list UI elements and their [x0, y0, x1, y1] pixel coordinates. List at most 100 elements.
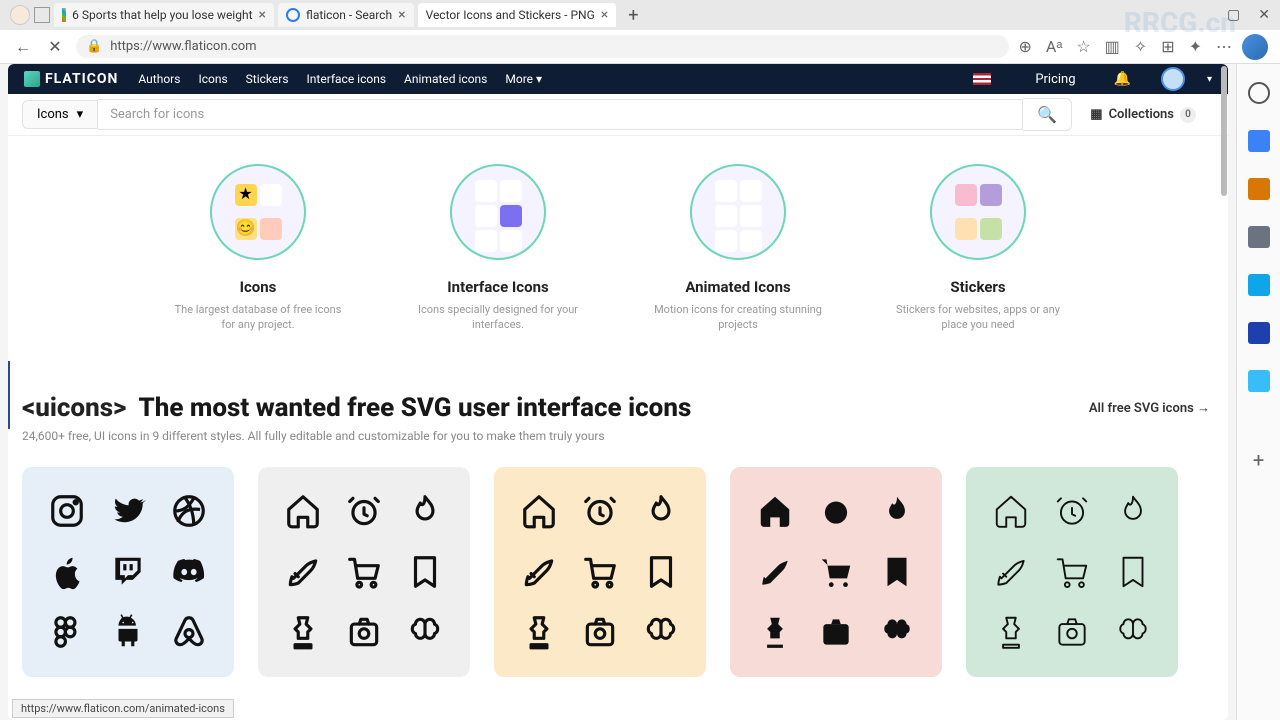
home-icon	[282, 490, 324, 532]
search-favicon-icon	[286, 8, 300, 22]
cart-icon	[343, 551, 385, 593]
category-row: ★😊 Icons The largest database of free ic…	[8, 136, 1228, 373]
uicons-tag: <uicons>	[22, 393, 126, 423]
icon-style-card[interactable]	[966, 467, 1178, 677]
icon-style-card[interactable]	[258, 467, 470, 677]
category-icons[interactable]: ★😊 Icons The largest database of free ic…	[168, 164, 348, 333]
sidebar-outlook-icon[interactable]	[1248, 322, 1270, 344]
nav-link-more[interactable]: More ▾	[505, 72, 542, 86]
icon-style-card[interactable]	[494, 467, 706, 677]
category-title: Animated Icons	[685, 278, 790, 296]
nav-pricing[interactable]: Pricing	[1035, 72, 1075, 87]
browser-tab[interactable]: 6 Sports that help you lose weight ×	[54, 3, 274, 27]
category-desc: The largest database of free icons for a…	[168, 302, 348, 333]
icon-card-row	[22, 467, 1210, 687]
tab-favicon-icon	[62, 8, 66, 22]
category-desc: Icons specially designed for your interf…	[408, 302, 588, 333]
search-type-dropdown[interactable]: Icons ▾	[22, 100, 98, 129]
notifications-icon[interactable]: 🔔	[1114, 71, 1131, 87]
page-content: FLATICON Authors Icons Stickers Interfac…	[8, 64, 1228, 720]
avatar-chevron-icon[interactable]: ▾	[1207, 74, 1212, 85]
bookmark-icon	[876, 551, 918, 593]
nav-link-animated[interactable]: Animated icons	[404, 72, 487, 86]
url-text: https://www.flaticon.com	[110, 39, 256, 54]
bookmark-icon	[404, 551, 446, 593]
collections-button[interactable]: ▦ Collections 0	[1090, 107, 1196, 123]
sidebar-games-icon[interactable]	[1248, 226, 1270, 248]
zoom-icon[interactable]: ⊕	[1019, 37, 1032, 57]
more-icon[interactable]: ⋯	[1216, 37, 1232, 57]
favorites-bar-icon[interactable]: ✧	[1134, 37, 1147, 57]
uicons-title: The most wanted free SVG user interface …	[138, 393, 691, 423]
nav-link-icons[interactable]: Icons	[198, 72, 227, 86]
extensions-icon[interactable]: ⊞	[1161, 37, 1174, 57]
icon-style-card[interactable]	[730, 467, 942, 677]
favorite-icon[interactable]: ☆	[1076, 37, 1090, 57]
icon-style-card[interactable]	[22, 467, 234, 677]
all-svg-link[interactable]: All free SVG icons →	[1089, 400, 1210, 416]
browser-tab-active[interactable]: Vector Icons and Stickers - PNG ×	[418, 3, 617, 27]
collections-count: 0	[1180, 107, 1196, 123]
rocket-icon	[282, 551, 324, 593]
sidebar-search-icon[interactable]	[1248, 82, 1270, 104]
flame-icon	[640, 490, 682, 532]
tab-close-icon[interactable]: ×	[398, 7, 405, 23]
browser-tab-strip: 6 Sports that help you lose weight × fla…	[0, 0, 1280, 30]
category-animated-icons[interactable]: Animated Icons Motion icons for creating…	[648, 164, 828, 333]
sidebar-send-icon[interactable]	[1248, 370, 1270, 392]
site-navbar: FLATICON Authors Icons Stickers Interfac…	[8, 64, 1228, 94]
apple-icon	[46, 551, 88, 593]
brain-icon	[876, 611, 918, 653]
bookmark-icon	[640, 551, 682, 593]
flame-icon	[876, 490, 918, 532]
tab-close-icon[interactable]: ×	[259, 7, 266, 23]
tab-actions-icon[interactable]	[34, 7, 50, 23]
user-avatar[interactable]	[1161, 67, 1185, 91]
section-accent-bar	[8, 361, 10, 429]
collections-label: Collections	[1109, 107, 1174, 122]
sidebar-shopping-icon[interactable]	[1248, 130, 1270, 152]
chevron-down-icon: ▾	[77, 107, 84, 122]
window-restore-icon[interactable]: ▢	[1227, 7, 1240, 23]
address-bar: ← ✕ 🔒 https://www.flaticon.com ⊕ Aᵃ ☆ ▥ …	[0, 30, 1280, 64]
back-button[interactable]: ←	[12, 36, 34, 58]
nav-link-authors[interactable]: Authors	[138, 72, 180, 86]
cart-icon	[815, 551, 857, 593]
new-tab-button[interactable]: +	[620, 3, 646, 28]
window-close-icon[interactable]: ✕	[1258, 7, 1270, 23]
lock-icon: 🔒	[86, 39, 102, 54]
search-bar: Icons ▾ Search for icons 🔍 ▦ Collections…	[8, 94, 1228, 136]
sidebar-add-icon[interactable]: +	[1253, 448, 1264, 472]
sidebar-office-icon[interactable]	[1248, 274, 1270, 296]
tab-close-icon[interactable]: ×	[601, 7, 608, 23]
site-logo[interactable]: FLATICON	[24, 71, 118, 87]
nav-link-stickers[interactable]: Stickers	[246, 72, 289, 86]
discord-icon	[168, 551, 210, 593]
url-input[interactable]: 🔒 https://www.flaticon.com	[76, 35, 1009, 58]
uicons-subtitle: 24,600+ free, UI icons in 9 different st…	[22, 429, 1210, 443]
search-placeholder: Search for icons	[110, 107, 204, 122]
browser-profile-icon[interactable]	[1242, 34, 1268, 60]
camera-icon	[579, 611, 621, 653]
category-interface-icons[interactable]: Interface Icons Icons specially designed…	[408, 164, 588, 333]
tab-title: 6 Sports that help you lose weight	[72, 8, 252, 22]
browser-tab[interactable]: flaticon - Search ×	[278, 3, 414, 27]
read-aloud-icon[interactable]: Aᵃ	[1046, 37, 1062, 57]
search-button[interactable]: 🔍	[1023, 98, 1072, 131]
sidebar-tools-icon[interactable]	[1248, 178, 1270, 200]
category-stickers[interactable]: Stickers Stickers for websites, apps or …	[888, 164, 1068, 333]
profile-icon[interactable]	[10, 5, 30, 25]
stop-loading-button[interactable]: ✕	[44, 36, 66, 58]
language-flag-icon[interactable]	[973, 73, 991, 85]
rocket-icon	[754, 551, 796, 593]
nav-link-interface[interactable]: Interface icons	[307, 72, 387, 86]
alarm-icon	[815, 490, 857, 532]
search-input[interactable]: Search for icons	[98, 99, 1023, 130]
cart-icon	[579, 551, 621, 593]
scrollbar-thumb[interactable]	[1221, 66, 1227, 196]
status-bar-url: https://www.flaticon.com/animated-icons	[12, 699, 234, 718]
category-illustration-icon	[690, 164, 786, 260]
browser-sidebar: +	[1236, 64, 1280, 720]
collections-icon[interactable]: ✦	[1189, 37, 1202, 57]
split-screen-icon[interactable]: ▥	[1105, 37, 1120, 57]
